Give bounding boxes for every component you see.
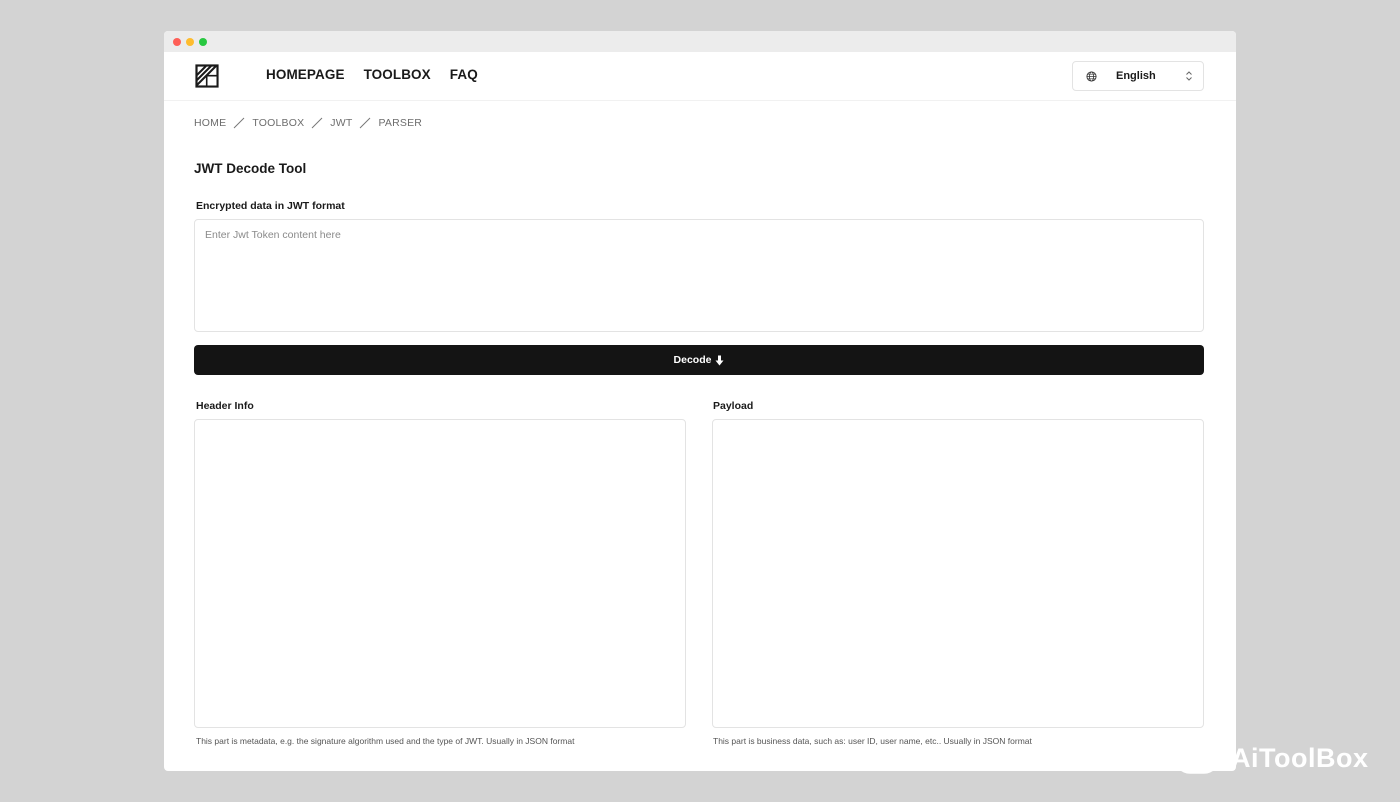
breadcrumb-parser: PARSER	[378, 117, 423, 129]
page-title: JWT Decode Tool	[194, 161, 307, 176]
payload-hint: This part is business data, such as: use…	[713, 736, 1032, 746]
top-navbar: HOMEPAGE TOOLBOX FAQ English	[164, 52, 1236, 101]
nav-faq[interactable]: FAQ	[450, 67, 478, 82]
nav-toolbox[interactable]: TOOLBOX	[364, 67, 431, 82]
globe-icon	[1086, 70, 1097, 82]
payload-output[interactable]	[712, 419, 1204, 728]
breadcrumb-toolbox[interactable]: TOOLBOX	[252, 117, 304, 129]
header-info-hint: This part is metadata, e.g. the signatur…	[196, 736, 575, 746]
language-label: English	[1116, 70, 1156, 82]
language-select[interactable]: English	[1072, 61, 1204, 91]
payload-label: Payload	[713, 400, 754, 412]
maximize-window-button[interactable]	[199, 37, 207, 46]
watermark-text: AiToolBox	[1231, 742, 1369, 773]
breadcrumb-jwt[interactable]: JWT	[330, 117, 352, 129]
toolbox-logo-icon[interactable]	[195, 64, 219, 88]
robot-logo-icon	[1174, 742, 1220, 774]
decode-button-label: Decode	[673, 354, 712, 366]
slash-separator-icon	[311, 117, 323, 129]
window-titlebar	[164, 31, 1236, 52]
slash-separator-icon	[233, 117, 245, 129]
breadcrumb: HOME TOOLBOX JWT PARSER	[194, 117, 422, 129]
breadcrumb-home[interactable]: HOME	[194, 117, 226, 129]
header-info-output[interactable]	[194, 419, 686, 728]
close-window-button[interactable]	[173, 37, 181, 46]
main-nav: HOMEPAGE TOOLBOX FAQ	[266, 67, 478, 82]
chevron-updown-icon	[1186, 71, 1192, 81]
watermark: AiToolBox	[1173, 739, 1368, 777]
slash-separator-icon	[360, 117, 371, 129]
browser-window: HOMEPAGE TOOLBOX FAQ English HOME TOOLBO…	[164, 31, 1236, 771]
minimize-window-button[interactable]	[186, 37, 194, 46]
header-info-label: Header Info	[196, 400, 254, 412]
jwt-token-input[interactable]	[194, 219, 1204, 332]
arrow-down-icon	[715, 355, 724, 365]
nav-homepage[interactable]: HOMEPAGE	[266, 67, 345, 82]
jwt-input-label: Encrypted data in JWT format	[196, 200, 345, 212]
decode-button[interactable]: Decode	[194, 345, 1204, 375]
